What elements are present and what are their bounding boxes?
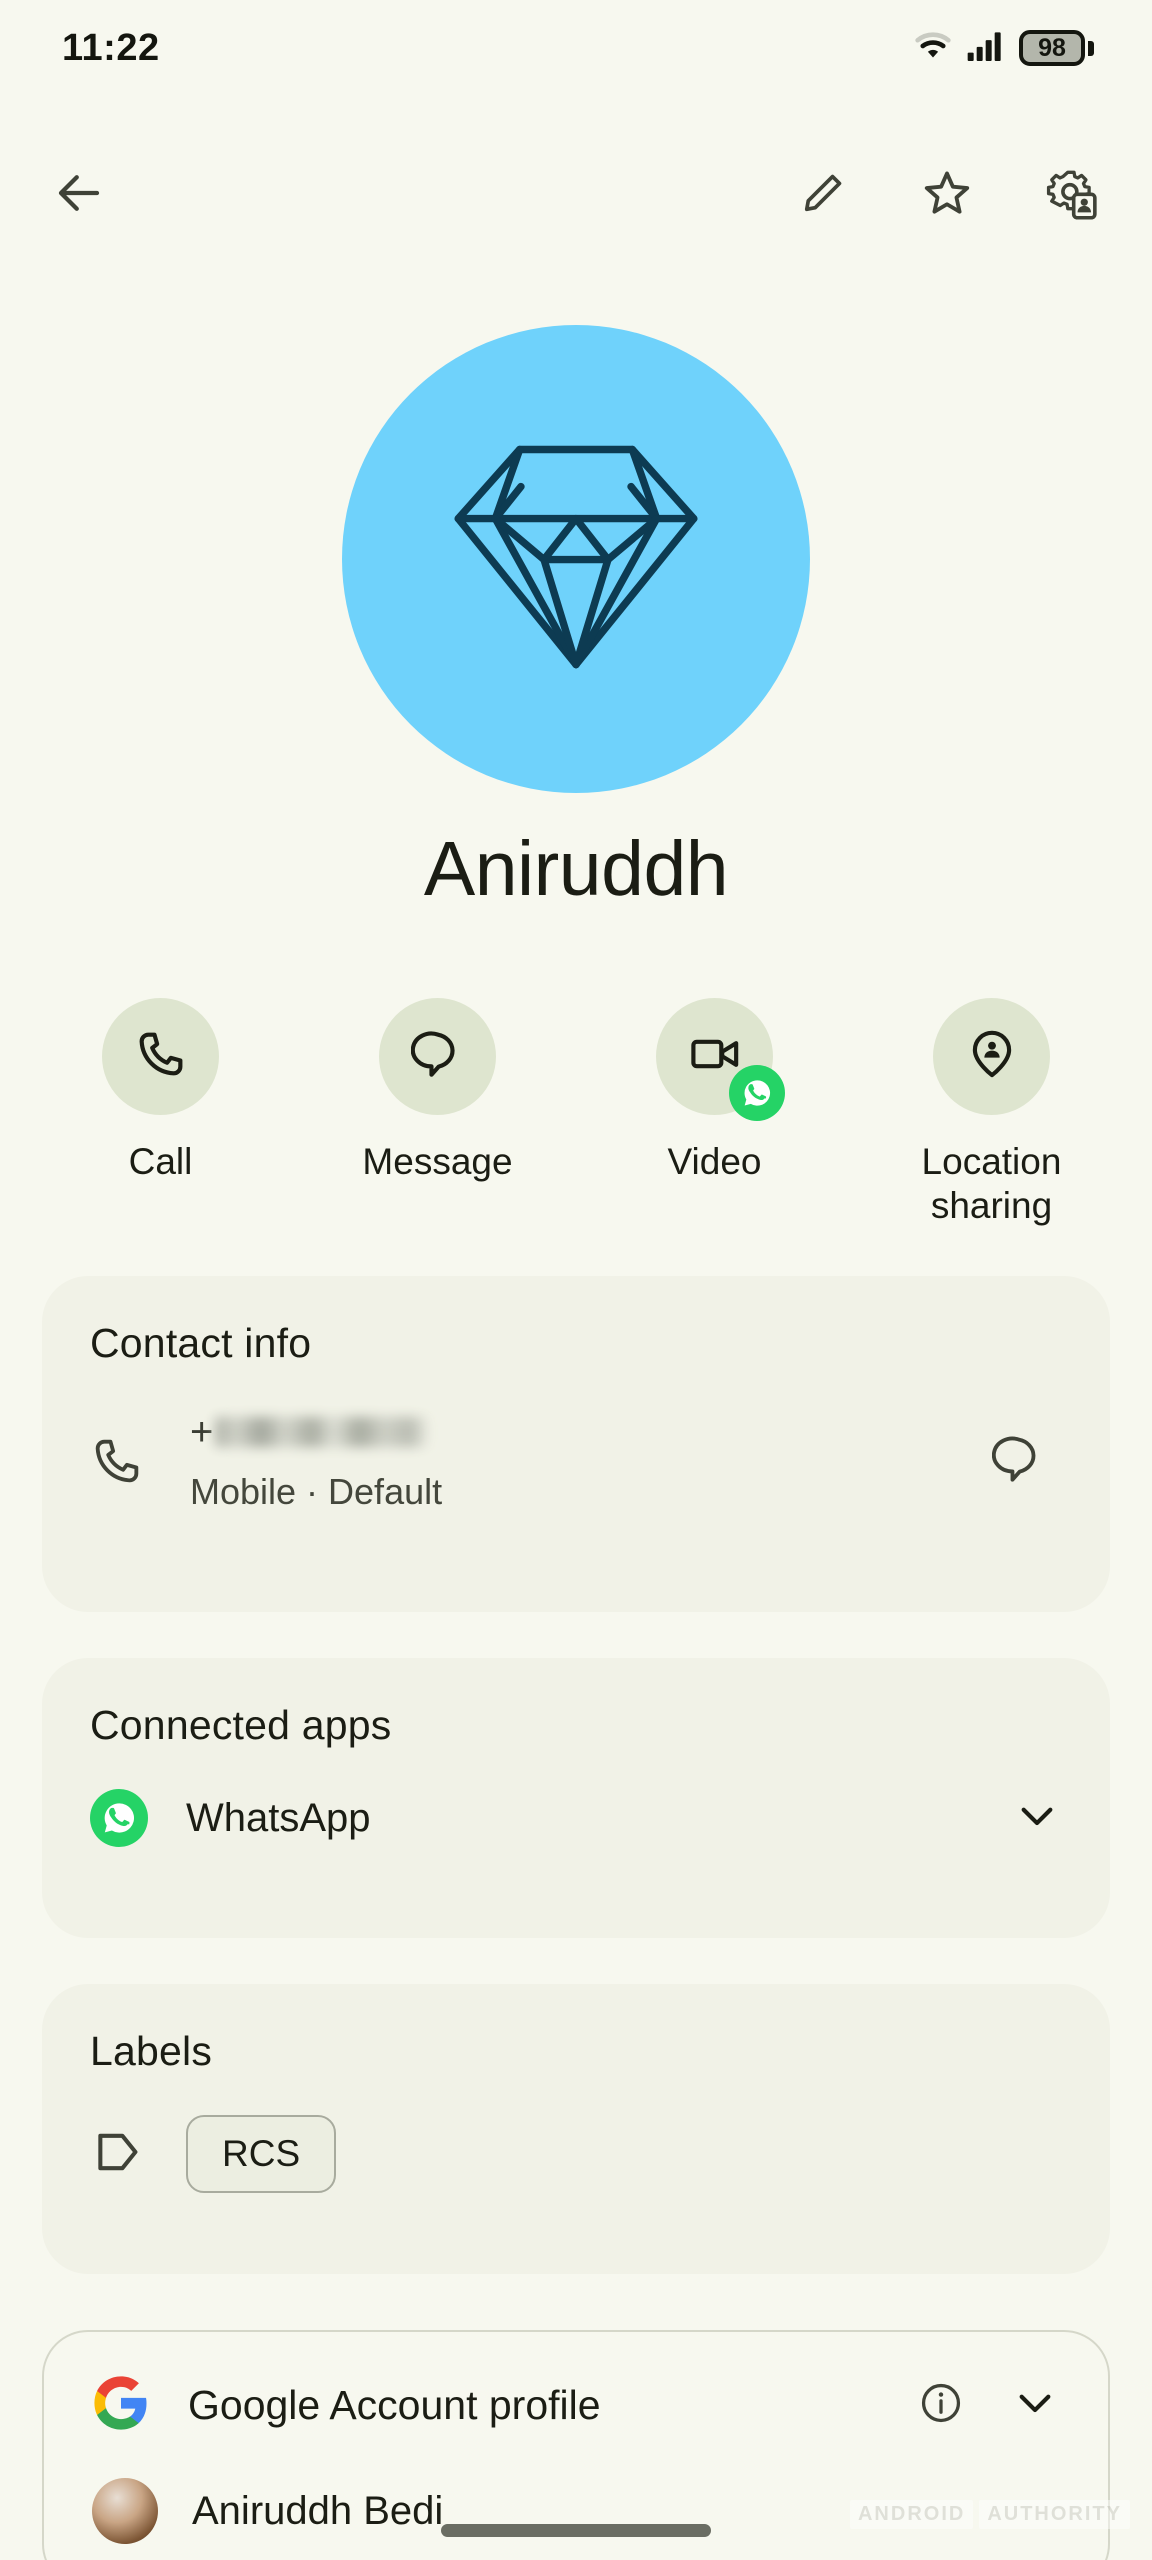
contact-avatar-container [0,325,1152,793]
quick-action-location-sharing[interactable]: Location sharing [872,998,1112,1227]
connected-app-name: WhatsApp [186,1795,371,1840]
labels-card: Labels RCS [42,1984,1110,2274]
whatsapp-icon [90,1789,148,1847]
chat-bubble-icon [410,1027,465,1086]
quick-action-call[interactable]: Call [41,998,281,1184]
app-bar [0,135,1152,255]
contact-settings-gear-icon [1044,166,1098,225]
google-g-logo-icon [92,2374,150,2437]
phone-number-subtitle: Mobile · Default [190,1471,443,1512]
contact-name: Aniruddh [423,826,729,912]
phone-number-redacted [215,1417,428,1447]
star-outline-icon [920,166,974,225]
quick-action-message[interactable]: Message [318,998,558,1184]
pencil-edit-icon [797,167,849,224]
google-account-title: Google Account profile [188,2381,601,2428]
connected-app-identity: WhatsApp [90,1789,371,1847]
back-button[interactable] [40,156,118,234]
info-circle-icon[interactable] [918,2380,964,2431]
call-button[interactable] [102,998,219,1115]
user-photo-avatar [92,2478,158,2544]
labels-title: Labels [90,2028,213,2074]
phone-number-value: + [190,1409,976,1455]
contact-details-screen: 11:22 98 Aniruddh Call Message Video Loc… [0,0,1152,2560]
status-bar-clock: 11:22 [62,26,160,69]
location-pin-person-icon [965,1027,1019,1086]
edit-contact-button[interactable] [784,156,862,234]
location-sharing-button[interactable] [933,998,1050,1115]
message-button[interactable] [379,998,496,1115]
phone-number-prefix: + [190,1410,214,1454]
quick-action-label: Video [667,1141,762,1182]
battery-icon: 98 [1019,30,1094,66]
cellular-signal-icon [966,29,1006,68]
quick-action-label: Location sharing [921,1141,1062,1226]
avatar[interactable] [342,325,810,793]
tag-label-icon [90,2125,144,2184]
message-contact-button[interactable] [976,1432,1062,1491]
contact-info-card: Contact info + Mobile · Default [42,1276,1110,1612]
connected-apps-title: Connected apps [90,1702,392,1748]
google-account-actions [918,2378,1060,2433]
status-bar-icons: 98 [913,29,1094,68]
phone-number-row[interactable]: + Mobile · Default [42,1409,1110,1565]
battery-percent-label: 98 [1038,33,1066,62]
phone-icon [90,1434,176,1488]
connected-app-row-whatsapp[interactable]: WhatsApp [42,1789,1110,1895]
favorite-button[interactable] [908,156,986,234]
label-chip-text: RCS [222,2133,301,2174]
quick-actions-row: Call Message Video Location sharing [0,998,1152,1227]
phone-number-text: + Mobile · Default [176,1409,976,1513]
navigation-gesture-bar[interactable] [441,2524,711,2537]
status-bar: 11:22 98 [0,0,1152,96]
whatsapp-badge-icon [729,1065,785,1121]
back-arrow-icon [52,166,106,225]
contact-info-title: Contact info [90,1320,312,1366]
contact-settings-button[interactable] [1032,156,1110,234]
video-call-button[interactable] [656,998,785,1121]
chevron-down-icon[interactable] [1010,2378,1060,2433]
google-account-identity: Google Account profile [92,2374,601,2437]
quick-action-video[interactable]: Video [595,998,835,1184]
quick-action-label: Call [128,1141,193,1182]
quick-action-label: Message [362,1141,513,1182]
wifi-icon [913,30,953,67]
google-account-header[interactable]: Google Account profile [44,2332,1108,2478]
watermark: ANDROID AUTHORITY [849,2500,1130,2529]
connected-apps-card: Connected apps WhatsApp [42,1658,1110,1938]
label-chip-rcs[interactable]: RCS [186,2115,337,2193]
chevron-down-icon[interactable] [1012,1791,1062,1846]
chat-bubble-icon [992,1432,1046,1491]
diamond-gem-icon [448,438,704,681]
phone-icon [134,1027,188,1086]
watermark-part-1: ANDROID [849,2500,974,2529]
watermark-part-2: AUTHORITY [979,2500,1130,2529]
labels-row: RCS [42,2115,1110,2241]
google-account-profile-name: Aniruddh Bedi [192,2488,444,2533]
app-bar-actions [784,156,1110,234]
